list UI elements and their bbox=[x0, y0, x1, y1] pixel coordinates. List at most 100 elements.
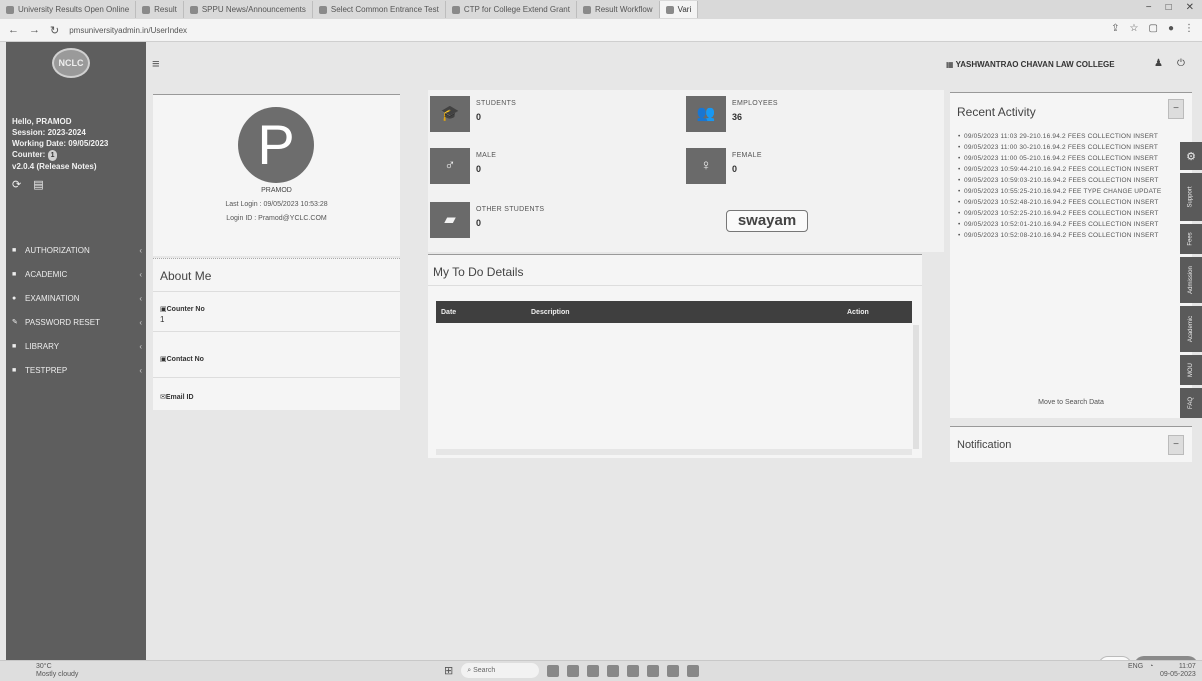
clock[interactable]: 11:07 09-05-2023 bbox=[1160, 663, 1196, 679]
column-header-description[interactable]: Description bbox=[526, 301, 842, 323]
login-id: Login ID : Pramod@YCLC.COM bbox=[226, 215, 327, 222]
browser-tab[interactable]: University Results Open Online bbox=[0, 1, 137, 18]
hamburger-icon[interactable]: ≡ bbox=[152, 56, 160, 71]
url-field[interactable]: pmsuniversityadmin.in/UserIndex bbox=[69, 26, 187, 35]
profile-panel: P PRAMOD Last Login : 09/05/2023 10:53:2… bbox=[153, 94, 400, 256]
menu-dots-icon[interactable]: ⋮ bbox=[1184, 23, 1194, 34]
vertical-scrollbar[interactable] bbox=[913, 325, 919, 449]
side-tab-faq[interactable]: FAQ bbox=[1180, 388, 1202, 418]
favicon-icon bbox=[318, 5, 327, 14]
sidebar-menu: ■ AUTHORIZATION ‹ ■ ACADEMIC ‹ ● EXAMINATION ‹… bbox=[6, 238, 146, 382]
stat-students[interactable]: 🎓 STUDENTS 0 bbox=[430, 96, 660, 132]
column-header-action[interactable]: Action bbox=[842, 301, 912, 323]
female-icon: ♀ bbox=[686, 148, 726, 184]
activity-item: 09/05/2023 10:55:25-210.16.94.2 FEE TYPE… bbox=[958, 188, 1180, 196]
taskbar-search[interactable]: ⌕ Search bbox=[461, 663, 540, 678]
browser-tab[interactable]: SPPU News/Announcements bbox=[184, 1, 313, 18]
stat-male[interactable]: ♂ MALE 0 bbox=[430, 148, 660, 184]
phone-icon: ▣ bbox=[160, 356, 167, 363]
sidebar-item-academic[interactable]: ■ ACADEMIC ‹ bbox=[6, 262, 146, 286]
activity-item: 09/05/2023 10:52:25-210.16.94.2 FEES COL… bbox=[958, 210, 1180, 218]
favicon-icon bbox=[582, 5, 591, 14]
side-tab-admission[interactable]: Admission bbox=[1180, 257, 1202, 303]
sidebar-toggle-icon[interactable]: ▢ bbox=[1149, 23, 1158, 34]
sidebar-item-testprep[interactable]: ■ TESTPREP ‹ bbox=[6, 358, 146, 382]
star-icon[interactable]: ☆ bbox=[1130, 23, 1139, 34]
browser-tab[interactable]: Result Workflow bbox=[577, 1, 660, 18]
recent-activity-title: Recent Activity bbox=[957, 105, 1036, 119]
windows-start-icon[interactable]: ⊞ bbox=[444, 664, 453, 677]
lock-icon: ■ bbox=[12, 246, 17, 254]
browser-tab-active[interactable]: Vari bbox=[659, 1, 699, 18]
forward-icon[interactable]: → bbox=[29, 24, 40, 36]
app-icon[interactable] bbox=[687, 664, 700, 677]
collapse-button[interactable]: − bbox=[1168, 435, 1184, 455]
activity-item: 09/05/2023 11:00 30-210.16.94.2 FEES COL… bbox=[958, 144, 1180, 152]
wifi-icon[interactable]: ◔ bbox=[1149, 663, 1153, 670]
browser-toolbar: ⇪ ☆ ▢ ● ⋮ bbox=[1111, 23, 1194, 34]
stats-panel: 🎓 STUDENTS 0 👥 EMPLOYEES 36 ♂ MALE 0 ♀ F… bbox=[428, 90, 944, 252]
share-icon[interactable]: ⇪ bbox=[1111, 23, 1119, 34]
app-icon[interactable] bbox=[587, 664, 600, 677]
book-icon: ▰ bbox=[430, 202, 470, 238]
move-to-search-link[interactable]: Move to Search Data bbox=[950, 399, 1192, 406]
document-icon[interactable]: ▤ bbox=[33, 178, 43, 191]
app-icon[interactable] bbox=[627, 664, 640, 677]
app-icon[interactable] bbox=[667, 664, 680, 677]
side-tab-mou[interactable]: MOU bbox=[1180, 355, 1202, 385]
browser-tab[interactable]: CTP for College Extend Grant bbox=[446, 1, 577, 18]
language-indicator[interactable]: ENG bbox=[1128, 663, 1143, 670]
profile-icon[interactable]: ● bbox=[1168, 23, 1174, 34]
side-tab-support[interactable]: Support bbox=[1180, 173, 1202, 221]
browser-tab-bar: University Results Open Online Result SP… bbox=[0, 0, 1202, 19]
stat-female[interactable]: ♀ FEMALE 0 bbox=[686, 148, 916, 184]
avatar: P bbox=[238, 107, 314, 183]
activity-item: 09/05/2023 11:00 05-210.16.94.2 FEES COL… bbox=[958, 155, 1180, 163]
activity-item: 09/05/2023 11:03 29-210.16.94.2 FEES COL… bbox=[958, 133, 1180, 141]
app-icon[interactable] bbox=[567, 664, 580, 677]
user-icon[interactable]: ♟ bbox=[1154, 58, 1163, 69]
maximize-icon[interactable]: □ bbox=[1166, 2, 1172, 13]
building-icon: ▦ bbox=[946, 60, 956, 69]
sidebar-item-password-reset[interactable]: ✎ PASSWORD RESET ‹ bbox=[6, 310, 146, 334]
activity-item: 09/05/2023 10:52:08-210.16.94.2 FEES COL… bbox=[958, 232, 1180, 240]
release-notes-link[interactable]: v2.0.4 (Release Notes) bbox=[12, 161, 108, 172]
right-side-tabs: ⚙ Support Fees Admission Academic MOU FA… bbox=[1180, 142, 1202, 421]
horizontal-scrollbar[interactable] bbox=[436, 449, 912, 455]
browser-tab[interactable]: Result bbox=[136, 1, 184, 18]
column-header-date[interactable]: Date bbox=[436, 301, 526, 323]
address-bar-row: ← → ↻ pmsuniversityadmin.in/UserIndex ⇪ … bbox=[0, 19, 1202, 42]
recent-activity-panel: Recent Activity − 09/05/2023 11:03 29-21… bbox=[950, 92, 1192, 418]
reload-icon[interactable]: ↻ bbox=[50, 24, 59, 37]
logout-icon[interactable]: ⏻ bbox=[1177, 58, 1185, 69]
todo-panel: My To Do Details Date Description Action bbox=[428, 254, 922, 458]
sidebar-item-examination[interactable]: ● EXAMINATION ‹ bbox=[6, 286, 146, 310]
app-icon[interactable] bbox=[547, 664, 560, 677]
sidebar-item-authorization[interactable]: ■ AUTHORIZATION ‹ bbox=[6, 238, 146, 262]
app-icon[interactable] bbox=[607, 664, 620, 677]
sidebar-icons: ⟳ ▤ bbox=[12, 178, 44, 191]
weather-widget[interactable]: 30°C Mostly cloudy bbox=[36, 663, 78, 679]
minimize-icon[interactable]: − bbox=[1146, 2, 1152, 13]
collapse-button[interactable]: − bbox=[1168, 99, 1184, 119]
app-icon[interactable] bbox=[647, 664, 660, 677]
swayam-logo[interactable]: swayam bbox=[726, 210, 808, 232]
sidebar-item-library[interactable]: ■ LIBRARY ‹ bbox=[6, 334, 146, 358]
side-tab-academic[interactable]: Academic bbox=[1180, 306, 1202, 352]
group-icon: 👥 bbox=[686, 96, 726, 132]
gear-icon[interactable]: ⚙ bbox=[1180, 142, 1202, 170]
browser-tab[interactable]: Select Common Entrance Test bbox=[313, 1, 446, 18]
favicon-icon bbox=[665, 5, 674, 14]
book-icon: ■ bbox=[12, 342, 17, 350]
chevron-left-icon: ‹ bbox=[139, 317, 142, 327]
stat-employees[interactable]: 👥 EMPLOYEES 36 bbox=[686, 96, 916, 132]
stat-other-students[interactable]: ▰ OTHER STUDENTS 0 bbox=[430, 202, 660, 238]
greeting: Hello, PRAMOD bbox=[12, 117, 72, 126]
contact-no-label: ▣Contact No bbox=[160, 356, 204, 363]
refresh-icon[interactable]: ⟳ bbox=[12, 178, 21, 191]
back-icon[interactable]: ← bbox=[8, 24, 19, 36]
close-icon[interactable]: ✕ bbox=[1186, 2, 1194, 13]
chevron-left-icon: ‹ bbox=[139, 293, 142, 303]
side-tab-fees[interactable]: Fees bbox=[1180, 224, 1202, 254]
book-icon: ■ bbox=[12, 366, 17, 374]
